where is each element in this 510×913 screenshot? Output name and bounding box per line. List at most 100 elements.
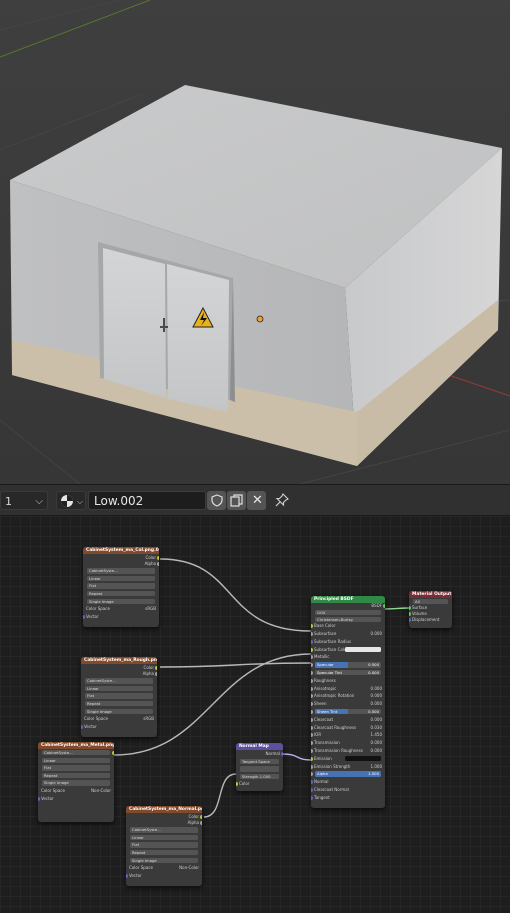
input-socket[interactable] <box>311 780 313 785</box>
input-socket[interactable] <box>311 733 313 738</box>
bsdf-input-sheen-tint[interactable]: Sheen Tint 0.500 <box>311 708 385 716</box>
bsdf-input-specular[interactable]: Specular 0.500 <box>311 661 385 669</box>
bsdf-input-clearcoat-normal[interactable]: Clearcoat Normal <box>311 786 385 794</box>
input-color-socket[interactable] <box>236 782 238 787</box>
input-socket[interactable] <box>311 756 313 761</box>
input-socket[interactable] <box>311 787 313 792</box>
colorspace-value[interactable]: sRGB <box>143 715 154 723</box>
image-texture-node-color[interactable]: CabinetSystem_ma_Col.png.001 Color Alpha… <box>83 547 159 627</box>
image-selector[interactable]: CabinetSyste... <box>85 678 153 684</box>
input-vector-socket[interactable] <box>126 873 128 878</box>
input-socket[interactable] <box>311 764 313 769</box>
bsdf-input-clearcoat[interactable]: Clearcoat 0.000 <box>311 716 385 724</box>
frame-dropdown[interactable]: 1 ⌵ <box>0 491 48 510</box>
bsdf-input-roughness[interactable]: Roughness <box>311 677 385 685</box>
target-dropdown[interactable]: All <box>413 599 448 605</box>
bsdf-input-normal[interactable]: Normal <box>311 778 385 786</box>
input-value[interactable]: 1.450 <box>371 731 382 739</box>
input-socket[interactable] <box>311 772 313 777</box>
interpolation-dropdown[interactable]: Linear <box>130 834 198 841</box>
bsdf-input-subsurface-radius[interactable]: Subsurface Radius <box>311 638 385 646</box>
colorspace-value[interactable]: Non-Color <box>91 787 111 795</box>
unlink-material-button[interactable]: ✕ <box>247 491 266 510</box>
bsdf-input-specular-tint[interactable]: Specular Tint 0.000 <box>311 669 385 677</box>
input-vector-socket[interactable] <box>83 614 85 619</box>
image-texture-node-normal[interactable]: CabinetSystem_ma_Normal.png.001 Color Al… <box>126 806 202 886</box>
pin-button[interactable] <box>272 491 292 510</box>
input-displacement-socket[interactable] <box>409 617 411 622</box>
extension-dropdown[interactable]: Repeat <box>42 772 110 779</box>
input-vector-socket[interactable] <box>81 724 83 729</box>
input-vector-socket[interactable] <box>38 796 40 801</box>
input-socket[interactable] <box>311 624 313 629</box>
source-dropdown[interactable]: Single Image <box>130 857 198 863</box>
projection-dropdown[interactable]: Flat <box>87 583 155 589</box>
input-socket[interactable] <box>311 694 313 699</box>
extension-dropdown[interactable]: Repeat <box>130 849 198 856</box>
value-slider[interactable]: Specular Tint 0.000 <box>315 669 381 676</box>
output-normal-socket[interactable] <box>281 752 283 756</box>
projection-dropdown[interactable]: Flat <box>130 842 198 848</box>
input-socket[interactable] <box>311 670 313 675</box>
input-socket[interactable] <box>311 639 313 644</box>
subsurface-method-dropdown[interactable]: Christensen-Burley <box>315 616 381 622</box>
bsdf-input-subsurface[interactable]: Subsurface 0.000 <box>311 630 385 638</box>
color-swatch[interactable] <box>345 756 381 761</box>
input-socket[interactable] <box>311 686 313 691</box>
duplicate-material-button[interactable] <box>227 491 246 510</box>
input-value[interactable]: 0.030 <box>371 724 382 732</box>
input-value[interactable]: 0.000 <box>371 747 382 755</box>
image-selector[interactable]: CabinetSyste... <box>87 568 155 574</box>
source-dropdown[interactable]: Single Image <box>87 598 155 604</box>
material-name-field[interactable]: Low.002 <box>88 491 206 510</box>
material-browse-button[interactable]: ⌵ <box>56 491 86 510</box>
uv-map-field[interactable] <box>240 766 279 772</box>
input-value[interactable]: 0.000 <box>371 700 382 708</box>
space-dropdown[interactable]: Tangent Space <box>240 758 279 764</box>
bsdf-input-anisotropic[interactable]: Anisotropic 0.000 <box>311 685 385 693</box>
bsdf-input-ior[interactable]: IOR 1.450 <box>311 731 385 739</box>
material-output-node[interactable]: Material Output All Surface Volume Displ… <box>409 591 452 628</box>
color-swatch[interactable] <box>345 647 381 652</box>
bsdf-input-transmission-roughness[interactable]: Transmission Roughness 0.000 <box>311 747 385 755</box>
extension-dropdown[interactable]: Repeat <box>87 590 155 597</box>
image-texture-node-metallic[interactable]: CabinetSystem_ma_Metal.png.001 CabinetSy… <box>38 742 114 822</box>
fake-user-button[interactable] <box>207 491 226 510</box>
input-value[interactable]: 0.000 <box>371 716 382 724</box>
input-value[interactable]: 0.000 <box>371 685 382 693</box>
source-dropdown[interactable]: Single Image <box>42 780 110 786</box>
image-texture-node-roughness[interactable]: CabinetSystem_ma_Rough.png.001 Color Alp… <box>81 657 157 737</box>
extension-dropdown[interactable]: Repeat <box>85 700 153 707</box>
image-selector[interactable]: CabinetSyste... <box>130 827 198 833</box>
input-value[interactable]: 0.000 <box>371 630 382 638</box>
input-volume-socket[interactable] <box>409 611 411 616</box>
source-dropdown[interactable]: Single Image <box>85 708 153 714</box>
output-bsdf-socket[interactable] <box>383 604 385 608</box>
interpolation-dropdown[interactable]: Linear <box>87 575 155 582</box>
input-socket[interactable] <box>311 725 313 730</box>
distribution-dropdown[interactable]: GGX <box>315 610 381 616</box>
image-selector[interactable]: CabinetSyste... <box>42 750 110 756</box>
output-color-socket[interactable] <box>112 751 114 755</box>
bsdf-input-base-color[interactable]: Base Color <box>311 622 385 630</box>
input-socket[interactable] <box>311 709 313 714</box>
value-slider[interactable]: Alpha 1.000 <box>315 771 381 777</box>
strength-slider[interactable]: Strength 1.000 <box>240 773 279 780</box>
interpolation-dropdown[interactable]: Linear <box>85 685 153 692</box>
input-value[interactable]: 1.000 <box>371 763 382 771</box>
input-surface-socket[interactable] <box>409 605 411 610</box>
bsdf-input-tangent[interactable]: Tangent <box>311 794 385 802</box>
input-socket[interactable] <box>311 631 313 636</box>
bsdf-input-emission-strength[interactable]: Emission Strength 1.000 <box>311 763 385 771</box>
bsdf-input-anisotropic-rotation[interactable]: Anisotropic Rotation 0.000 <box>311 692 385 700</box>
normal-map-node[interactable]: Normal Map Normal Tangent Space Strength… <box>236 743 283 791</box>
output-alpha-socket[interactable] <box>200 820 202 825</box>
input-socket[interactable] <box>311 647 313 652</box>
input-socket[interactable] <box>311 678 313 683</box>
bsdf-input-clearcoat-roughness[interactable]: Clearcoat Roughness 0.030 <box>311 724 385 732</box>
colorspace-value[interactable]: sRGB <box>145 605 156 613</box>
input-socket[interactable] <box>311 655 313 660</box>
colorspace-value[interactable]: Non-Color <box>179 864 199 872</box>
input-socket[interactable] <box>311 717 313 722</box>
3d-viewport[interactable] <box>0 0 510 484</box>
